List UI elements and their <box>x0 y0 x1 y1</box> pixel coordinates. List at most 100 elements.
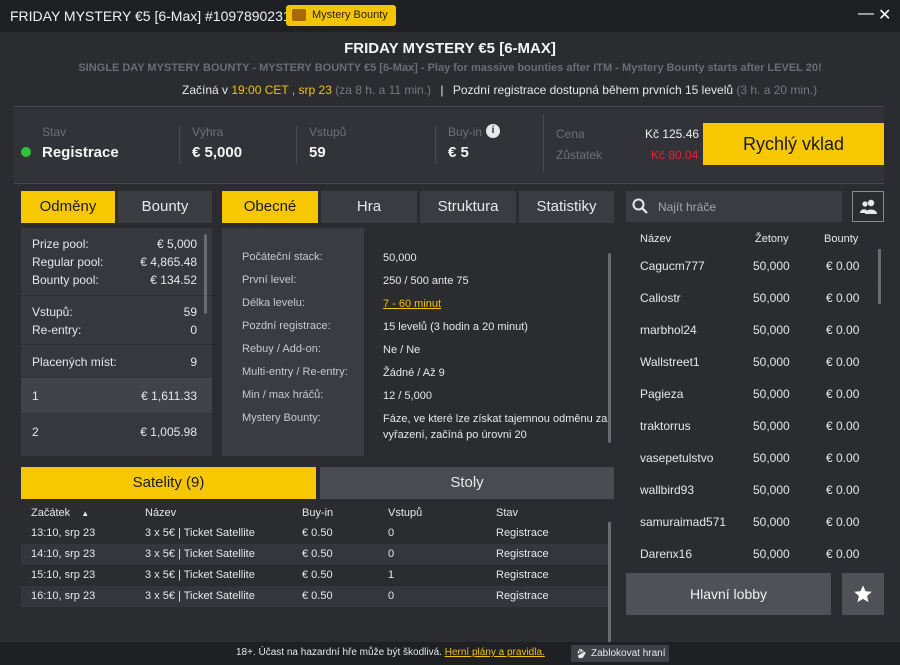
divider <box>435 126 436 164</box>
player-chips: 50,000 <box>753 483 790 497</box>
player-name: vasepetulstvo <box>640 451 714 465</box>
tab-rewards[interactable]: Odměny <box>21 191 115 223</box>
player-name: traktorrus <box>640 419 691 433</box>
player-row[interactable]: Cagucm777 50,000 € 0.00 <box>626 249 874 280</box>
player-row[interactable]: Wallstreet1 50,000 € 0.00 <box>626 345 874 376</box>
gift-icon <box>292 9 306 21</box>
sat-header-name[interactable]: Název <box>145 507 176 519</box>
place-amount: € 1,005.98 <box>140 425 197 439</box>
divider <box>543 114 544 172</box>
player-bounty: € 0.00 <box>826 451 860 465</box>
general-label: Rebuy / Add-on: <box>242 343 321 355</box>
tab-general[interactable]: Obecné <box>222 191 318 223</box>
tab-bounty[interactable]: Bounty <box>118 191 212 223</box>
level-duration-link[interactable]: 7 - 60 minut <box>383 296 441 312</box>
mystery-bounty-badge: Mystery Bounty <box>286 5 396 26</box>
tab-game[interactable]: Hra <box>321 191 417 223</box>
prize-row-value: 0 <box>190 323 197 337</box>
player-row[interactable]: traktorrus 50,000 € 0.00 <box>626 409 874 440</box>
window-title: FRIDAY MYSTERY €5 [6-Max] #1097890231 <box>10 8 291 24</box>
general-value: 50,000 <box>383 252 417 264</box>
sat-cell: Registrace <box>496 548 549 560</box>
minimize-button[interactable]: — <box>858 5 874 25</box>
player-row[interactable]: Darenx16 50,000 € 0.00 <box>626 537 874 568</box>
divider <box>14 106 884 107</box>
player-bounty: € 0.00 <box>826 259 860 273</box>
general-label: Min / max hráčů: <box>242 389 324 401</box>
general-scrollbar[interactable] <box>608 253 611 443</box>
sat-cell: 0 <box>388 590 395 602</box>
info-icon[interactable]: i <box>486 124 500 138</box>
prize-row-value: 59 <box>183 305 197 319</box>
sat-header-start[interactable]: Začátek ▲ <box>31 507 89 519</box>
prize-scrollbar[interactable] <box>204 234 207 314</box>
start-time: 19:00 CET , srp 23 <box>231 83 332 97</box>
tab-structure[interactable]: Struktura <box>420 191 516 223</box>
star-icon <box>854 585 872 603</box>
price-label: Cena <box>556 127 585 141</box>
tournament-title: FRIDAY MYSTERY €5 [6-MAX] <box>344 40 556 57</box>
place-number: 2 <box>32 425 39 439</box>
general-label: Pozdní registrace: <box>242 320 331 332</box>
entries-label: Vstupů <box>309 125 347 139</box>
close-button[interactable]: ✕ <box>878 5 894 25</box>
tournament-subtitle: SINGLE DAY MYSTERY BOUNTY - MYSTERY BOUN… <box>78 62 822 74</box>
prize-row-label: Re-entry: <box>32 323 82 337</box>
footer-notice: 18+. Účast na hazardní hře může být škod… <box>236 647 545 658</box>
quick-deposit-button[interactable]: Rychlý vklad <box>703 123 884 165</box>
prize-panel: Prize pool: € 5,000 Regular pool: € 4,865.… <box>21 228 212 456</box>
sat-cell: € 0.50 <box>302 527 333 539</box>
players-scrollbar[interactable] <box>878 249 881 304</box>
prize-row-label: Regular pool: <box>32 255 104 269</box>
users-icon <box>860 199 877 214</box>
friends-button[interactable] <box>852 191 884 222</box>
divider <box>21 295 212 296</box>
block-label: Zablokovat hraní <box>591 648 666 659</box>
players-header-chips[interactable]: Žetony <box>755 233 789 245</box>
players-header-name[interactable]: Název <box>640 233 671 245</box>
sat-cell: 14:10, srp 23 <box>31 548 96 560</box>
prize-row: Bounty pool: € 134.52 <box>32 273 197 287</box>
block-gambling-button[interactable]: Zablokovat hraní <box>571 645 669 662</box>
main-lobby-button[interactable]: Hlavní lobby <box>626 573 831 615</box>
satellite-row[interactable]: 16:10, srp 23 3 x 5€ | Ticket Satellite … <box>21 586 608 607</box>
sat-cell: 16:10, srp 23 <box>31 590 96 602</box>
buyin-value: € 5 <box>448 144 469 161</box>
sat-cell: 3 x 5€ | Ticket Satellite <box>145 527 255 539</box>
players-header-bounty[interactable]: Bounty <box>824 233 858 245</box>
general-label: První level: <box>242 274 297 286</box>
sat-cell: 3 x 5€ | Ticket Satellite <box>145 569 255 581</box>
hand-icon <box>577 648 586 659</box>
prize-value: € 5,000 <box>192 144 243 161</box>
sat-header-buyin[interactable]: Buy-in <box>302 507 333 519</box>
sat-header-entries[interactable]: Vstupů <box>388 507 422 519</box>
rules-link[interactable]: Herní plány a pravidla. <box>445 647 545 658</box>
sat-header-status[interactable]: Stav <box>496 507 518 519</box>
player-search-input[interactable] <box>658 199 833 215</box>
player-row[interactable]: marbhol24 50,000 € 0.00 <box>626 313 874 344</box>
tab-satellites[interactable]: Satelity (9) <box>21 467 316 499</box>
player-row[interactable]: wallbird93 50,000 € 0.00 <box>626 473 874 504</box>
status-label: Stav <box>42 125 67 139</box>
prize-row: Regular pool: € 4,865.48 <box>32 255 197 269</box>
prize-row: Placených míst: 9 <box>32 355 197 369</box>
start-prefix: Začíná v <box>182 83 229 97</box>
status-value: Registrace <box>42 144 119 161</box>
player-chips: 50,000 <box>753 355 790 369</box>
player-chips: 50,000 <box>753 515 790 529</box>
player-row[interactable]: vasepetulstvo 50,000 € 0.00 <box>626 441 874 472</box>
tab-statistics[interactable]: Statistiky <box>519 191 614 223</box>
satellite-row[interactable]: 14:10, srp 23 3 x 5€ | Ticket Satellite … <box>21 544 608 565</box>
sat-header-label: Začátek <box>31 507 71 519</box>
satellite-row[interactable]: 13:10, srp 23 3 x 5€ | Ticket Satellite … <box>21 523 608 544</box>
satellites-scrollbar[interactable] <box>608 522 611 642</box>
prize-row: Re-entry: 0 <box>32 323 197 337</box>
satellite-row[interactable]: 15:10, srp 23 3 x 5€ | Ticket Satellite … <box>21 565 608 586</box>
late-reg-info: Pozdní registrace dostupná během prvních… <box>452 83 734 97</box>
favorite-button[interactable] <box>842 573 884 615</box>
player-row[interactable]: Caliostr 50,000 € 0.00 <box>626 281 874 312</box>
player-row[interactable]: samuraimad571 50,000 € 0.00 <box>626 505 874 536</box>
player-row[interactable]: Pagieza 50,000 € 0.00 <box>626 377 874 408</box>
tab-tables[interactable]: Stoly <box>320 467 614 499</box>
general-label: Multi-entry / Re-entry: <box>242 366 348 378</box>
